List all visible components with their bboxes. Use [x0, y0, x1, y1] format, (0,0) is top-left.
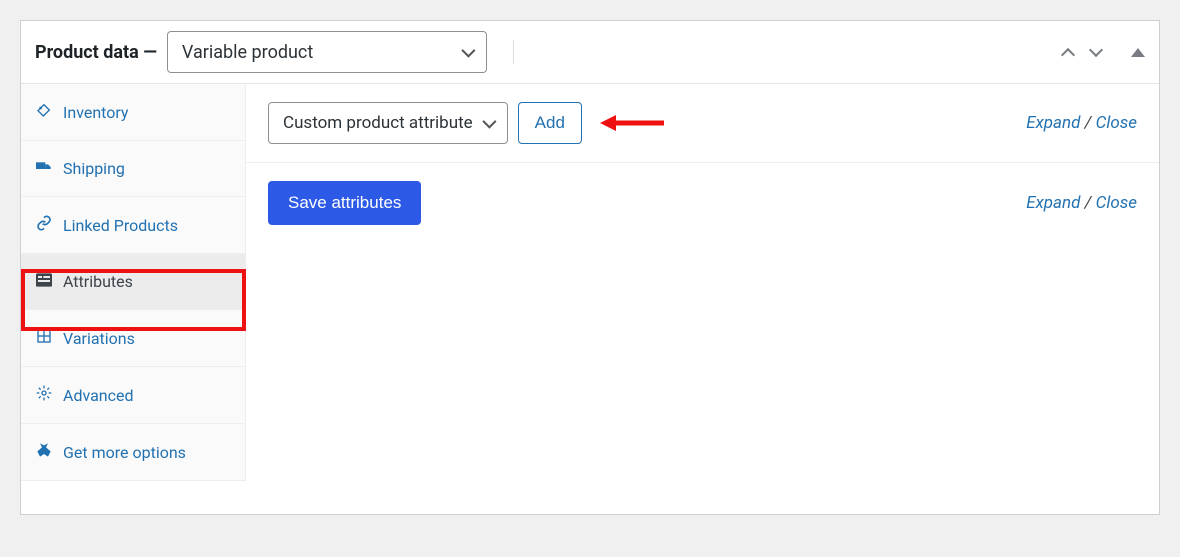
- inventory-icon: [35, 102, 53, 122]
- sidebar-item-inventory[interactable]: Inventory: [21, 84, 245, 141]
- attributes-icon: [35, 273, 53, 291]
- sidebar-item-attributes[interactable]: Attributes: [21, 254, 245, 310]
- expand-link[interactable]: Expand: [1026, 193, 1080, 213]
- content-area: Custom product attribute Add Expand / Cl…: [246, 84, 1159, 514]
- sidebar-wrap: Inventory Shipping Linked Products: [21, 84, 246, 514]
- close-link[interactable]: Close: [1096, 113, 1137, 133]
- linked-products-icon: [35, 215, 53, 235]
- sidebar-item-label: Attributes: [63, 272, 133, 291]
- chevron-down-icon: [461, 44, 475, 58]
- close-link[interactable]: Close: [1096, 193, 1137, 213]
- sidebar-item-label: Inventory: [63, 103, 129, 122]
- sidebar-item-label: Variations: [63, 329, 135, 348]
- expand-close-bottom: Expand / Close: [1026, 193, 1137, 213]
- panel-title: Product data —: [35, 42, 157, 63]
- arrow-annotation: [600, 108, 664, 138]
- move-up-icon[interactable]: [1061, 45, 1075, 59]
- expand-close-top: Expand / Close: [1026, 113, 1137, 133]
- sidebar-item-linked-products[interactable]: Linked Products: [21, 197, 245, 254]
- sidebar-item-label: Get more options: [63, 443, 186, 462]
- collapse-toggle-icon[interactable]: [1131, 48, 1145, 57]
- sidebar-item-shipping[interactable]: Shipping: [21, 141, 245, 197]
- save-attributes-button[interactable]: Save attributes: [268, 181, 421, 225]
- sidebar-item-variations[interactable]: Variations: [21, 310, 245, 367]
- sidebar-item-label: Linked Products: [63, 216, 178, 235]
- save-row: Save attributes Expand / Close: [246, 163, 1159, 243]
- separator: [513, 40, 514, 64]
- move-down-icon[interactable]: [1089, 45, 1103, 59]
- advanced-icon: [35, 385, 53, 405]
- sidebar-item-label: Advanced: [63, 386, 134, 405]
- slash: /: [1080, 193, 1095, 213]
- expand-link[interactable]: Expand: [1026, 113, 1080, 133]
- attribute-type-select[interactable]: Custom product attribute: [268, 102, 508, 144]
- chevron-down-icon: [482, 115, 496, 129]
- slash: /: [1080, 113, 1095, 133]
- panel-header: Product data — Variable product: [21, 21, 1159, 84]
- shipping-icon: [35, 160, 53, 178]
- attribute-type-value: Custom product attribute: [283, 113, 473, 133]
- panel-header-actions: [1061, 45, 1145, 59]
- add-attribute-button[interactable]: Add: [518, 102, 582, 144]
- sidebar-item-advanced[interactable]: Advanced: [21, 367, 245, 424]
- get-more-icon: [35, 442, 53, 462]
- product-type-select[interactable]: Variable product: [167, 31, 487, 73]
- variations-icon: [35, 328, 53, 348]
- panel-body: Inventory Shipping Linked Products: [21, 84, 1159, 514]
- sidebar-item-get-more[interactable]: Get more options: [21, 424, 245, 481]
- product-data-panel: Product data — Variable product Inventor…: [20, 20, 1160, 515]
- sidebar-item-label: Shipping: [63, 159, 125, 178]
- product-type-value: Variable product: [182, 42, 313, 63]
- attribute-toolbar: Custom product attribute Add Expand / Cl…: [246, 84, 1159, 163]
- sidebar: Inventory Shipping Linked Products: [21, 84, 246, 481]
